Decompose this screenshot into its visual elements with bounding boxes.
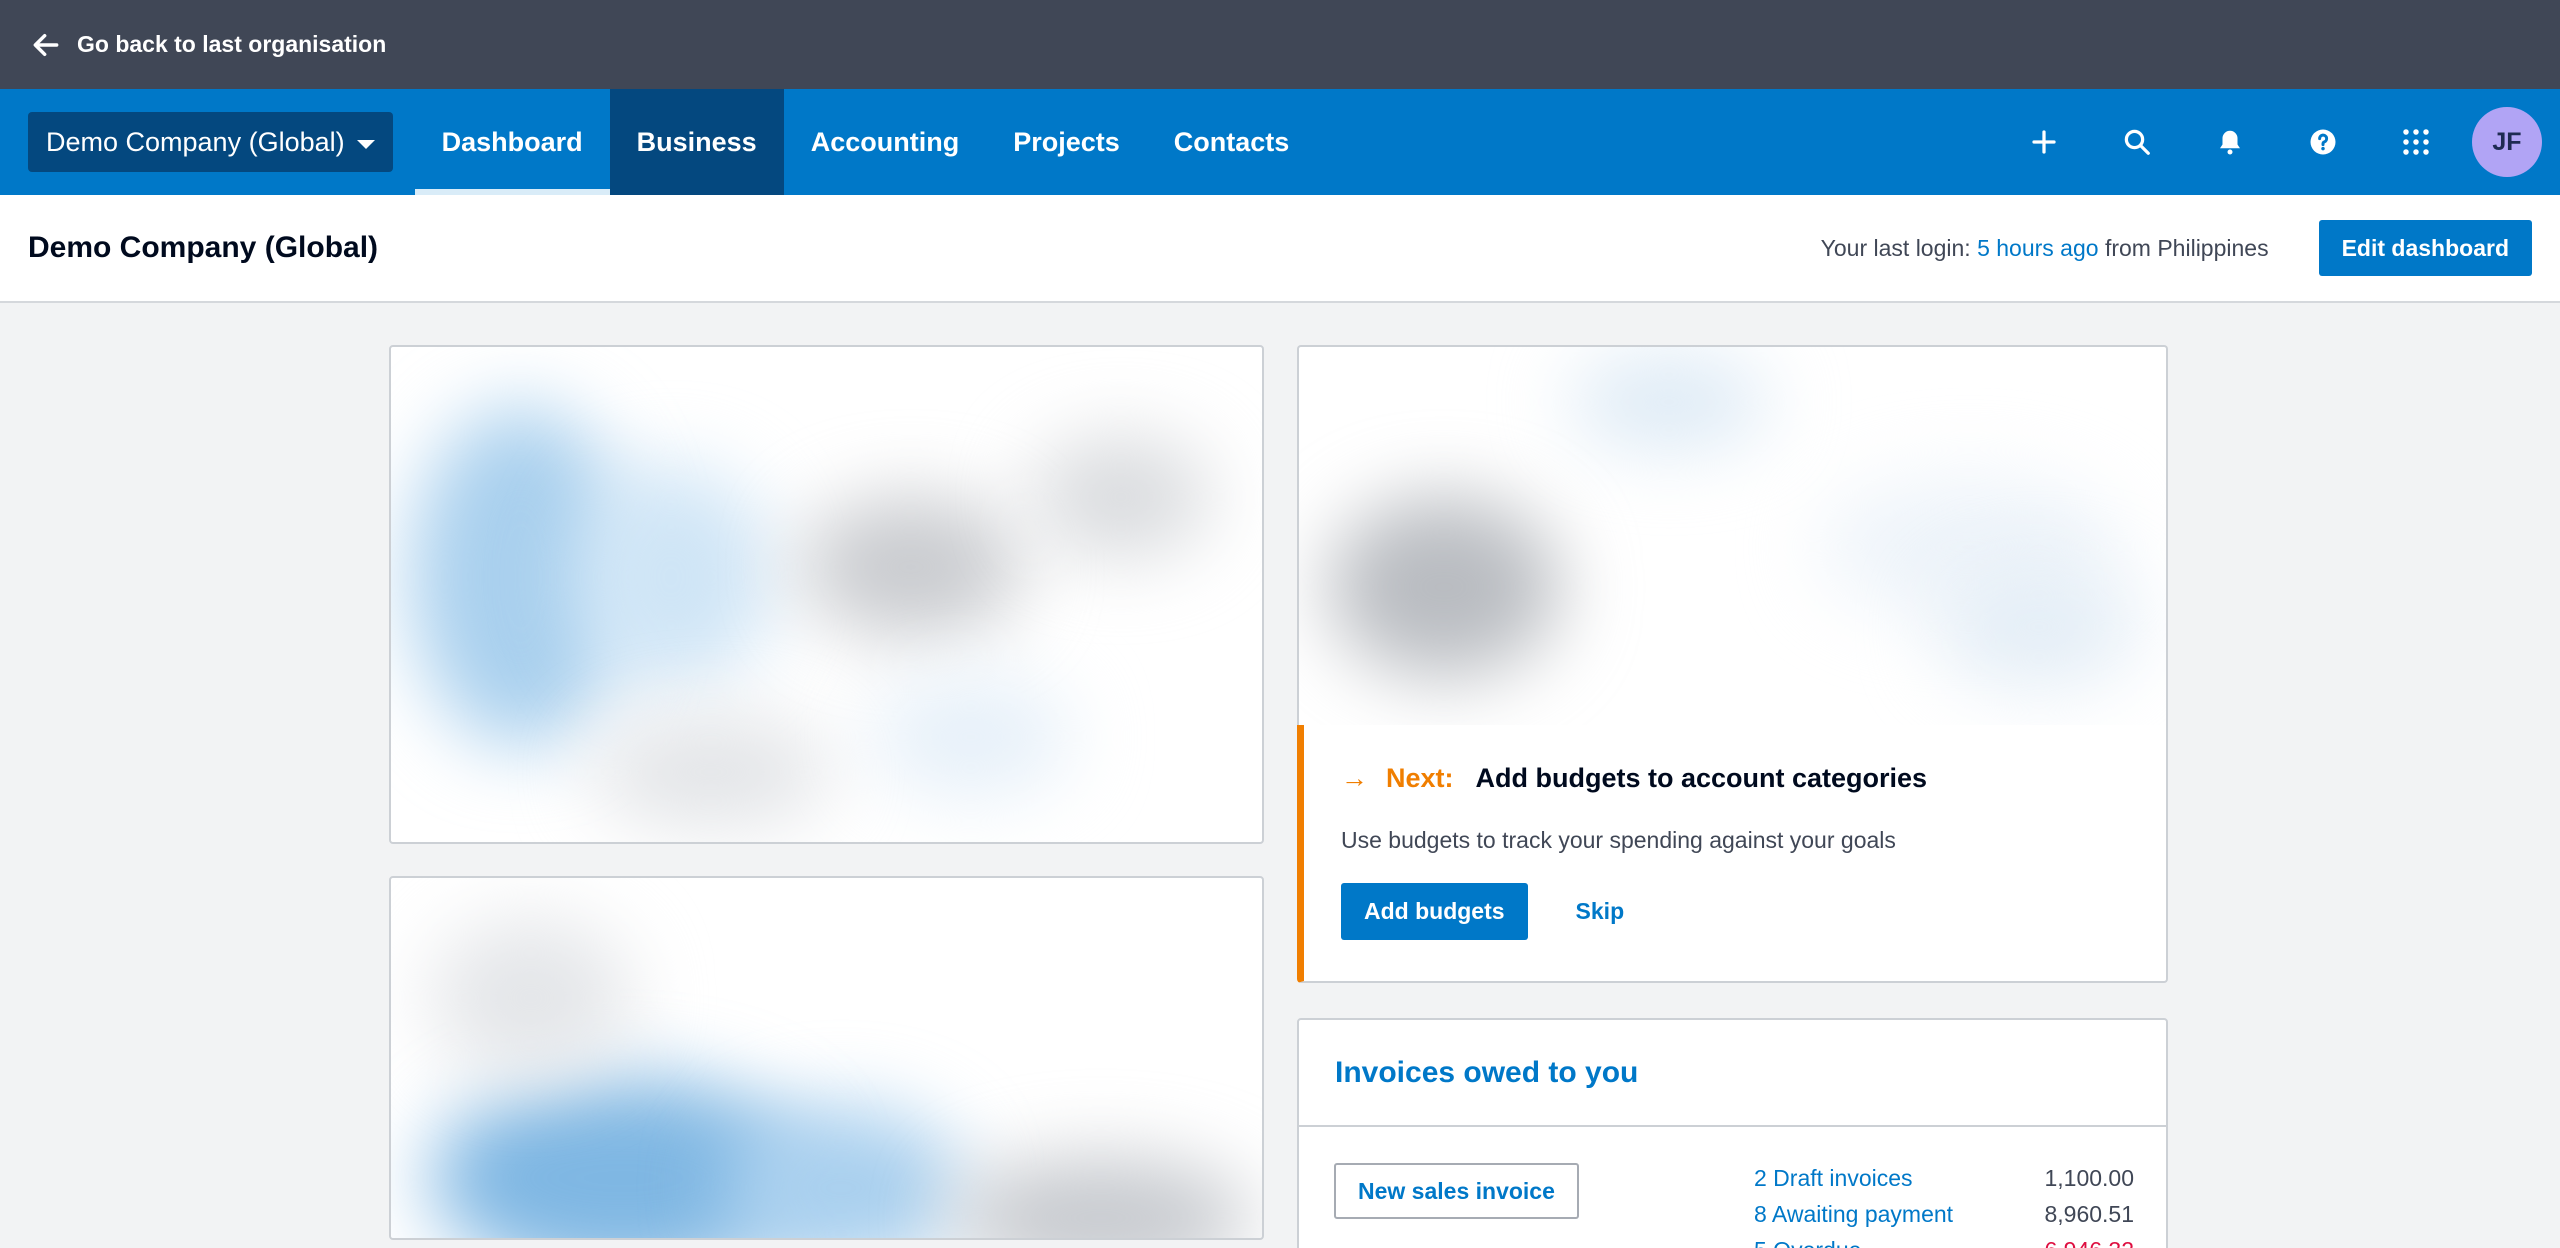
app-menu-button[interactable] [2369,89,2462,195]
create-new-button[interactable] [1997,89,2090,195]
overdue-amount: 6,946.32 [2044,1237,2134,1248]
tab-contacts-label: Contacts [1173,126,1290,157]
overdue-link[interactable]: 5 Overdue [1754,1237,1861,1248]
last-login-suffix: from Philippines [2104,234,2269,261]
edit-dashboard-button[interactable]: Edit dashboard [2318,220,2532,276]
add-budgets-button[interactable]: Add budgets [1341,883,1528,940]
list-item: 8 Awaiting payment 8,960.51 [1754,1201,2134,1237]
arrow-right-icon: → [1341,763,1368,793]
tab-accounting[interactable]: Accounting [784,89,987,195]
invoices-owed-widget: Invoices owed to you New sales invoice 2… [1297,1018,2168,1248]
last-login-time-link[interactable]: 5 hours ago [1977,235,2098,261]
tab-business-label: Business [636,126,757,157]
next-step-budgets-card: → Next: Add budgets to account categorie… [1297,725,2168,983]
arrow-left-icon [33,33,59,56]
page-title: Demo Company (Global) [28,231,379,264]
user-avatar[interactable]: JF [2472,107,2542,177]
organisation-switcher[interactable]: Demo Company (Global) [28,112,393,172]
tab-dashboard[interactable]: Dashboard [414,89,610,195]
tab-accounting-label: Accounting [810,126,960,157]
list-item: 5 Overdue 6,946.32 [1754,1237,2134,1248]
back-to-last-organisation-link[interactable]: Go back to last organisation [30,29,386,61]
skip-button[interactable]: Skip [1576,898,1625,925]
help-button[interactable] [2276,89,2369,195]
next-label: Next: [1386,763,1454,793]
next-step-title: Add budgets to account categories [1475,763,1928,793]
tab-projects-label: Projects [1013,126,1120,157]
next-step-actions: Add budgets Skip [1341,883,2166,940]
tab-business[interactable]: Business [609,89,784,195]
draft-invoices-link[interactable]: 2 Draft invoices [1754,1165,1913,1201]
tab-contacts[interactable]: Contacts [1147,89,1317,195]
next-step-heading: → Next: Add budgets to account categorie… [1341,763,2166,794]
invoice-summary-list: 2 Draft invoices 1,100.00 8 Awaiting pay… [1754,1165,2134,1248]
search-button[interactable] [2090,89,2183,195]
back-bar: Go back to last organisation [0,0,2560,89]
last-login-info: Your last login: 5 hours ago from Philip… [1821,235,2269,262]
search-icon [2124,129,2150,155]
organisation-name: Demo Company (Global) [46,126,345,157]
tab-dashboard-label: Dashboard [441,126,583,157]
invoices-owed-title[interactable]: Invoices owed to you [1299,1020,2166,1127]
blurred-widget-top-left [389,345,1264,844]
back-link-label: Go back to last organisation [77,31,387,57]
awaiting-payment-link[interactable]: 8 Awaiting payment [1754,1201,1953,1237]
bell-icon [2219,130,2240,155]
new-sales-invoice-button[interactable]: New sales invoice [1334,1163,1579,1219]
app-grid-icon [2402,129,2429,155]
tab-projects[interactable]: Projects [986,89,1147,195]
blurred-widget-bottom-left [389,876,1264,1240]
plus-icon [2031,130,2056,154]
page-header: Demo Company (Global) Your last login: 5… [0,195,2560,303]
list-item: 2 Draft invoices 1,100.00 [1754,1165,2134,1201]
nav-tabs: Dashboard Business Accounting Projects C… [414,89,1317,195]
blurred-widget-top-right [1297,345,2168,727]
main-nav: Demo Company (Global) Dashboard Business… [0,89,2560,195]
notifications-button[interactable] [2183,89,2276,195]
awaiting-payment-amount: 8,960.51 [2044,1201,2134,1227]
caret-down-icon [356,139,375,149]
help-icon [2310,129,2335,155]
last-login-prefix: Your last login: [1820,234,1971,261]
next-step-description: Use budgets to track your spending again… [1341,827,1896,853]
draft-invoices-amount: 1,100.00 [2044,1165,2134,1191]
nav-actions: JF [1997,89,2560,195]
